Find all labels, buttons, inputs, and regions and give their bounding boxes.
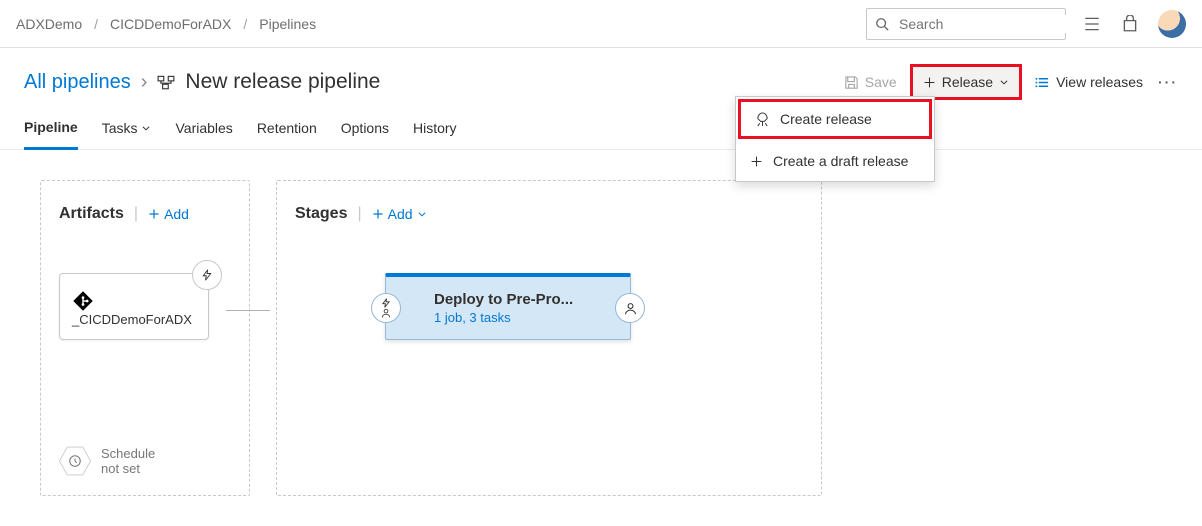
pipeline-type-icon: [157, 73, 175, 91]
chevron-right-icon: ›: [141, 71, 148, 94]
save-label: Save: [865, 74, 897, 90]
breadcrumb-project[interactable]: ADXDemo: [16, 16, 82, 32]
create-draft-label: Create a draft release: [773, 153, 908, 169]
tab-tasks-label: Tasks: [102, 120, 138, 136]
plus-icon: [923, 76, 936, 89]
breadcrumb-section[interactable]: Pipelines: [259, 16, 316, 32]
title-path: All pipelines › New release pipeline: [24, 70, 380, 94]
stage-card[interactable]: Deploy to Pre-Pro... 1 job, 3 tasks: [385, 273, 631, 340]
pipeline-canvas: Artifacts | Add _CICDDemoForADX: [0, 150, 1202, 526]
release-label: Release: [942, 74, 993, 90]
header-actions: Save Release View releases ···: [833, 66, 1178, 98]
schedule-label: Schedule not set: [101, 446, 161, 476]
add-label: Add: [164, 206, 189, 222]
more-menu[interactable]: ···: [1158, 74, 1178, 90]
post-deployment-badge[interactable]: [615, 293, 645, 323]
view-releases-label: View releases: [1056, 74, 1143, 90]
artifacts-panel: Artifacts | Add _CICDDemoForADX: [40, 180, 250, 496]
artifact-name: _CICDDemoForADX: [72, 312, 196, 327]
chevron-down-icon: [999, 77, 1009, 87]
breadcrumb-sep: /: [243, 16, 247, 32]
lightning-icon: [381, 298, 391, 308]
stages-panel: Stages | Add: [276, 180, 822, 496]
tab-tasks[interactable]: Tasks: [102, 106, 152, 149]
save-button: Save: [833, 66, 908, 98]
stages-title: Stages: [295, 205, 347, 223]
chevron-down-icon: [417, 209, 427, 219]
add-stage-label: Add: [388, 206, 413, 222]
lightning-icon: [201, 268, 213, 282]
avatar[interactable]: [1158, 10, 1186, 38]
tab-pipeline[interactable]: Pipeline: [24, 107, 78, 150]
tab-history[interactable]: History: [413, 106, 457, 149]
stage-title: Deploy to Pre-Pro...: [434, 291, 590, 308]
top-icons: [1082, 10, 1186, 38]
clock-icon: [68, 454, 82, 468]
breadcrumb-sep: /: [94, 16, 98, 32]
view-releases-button[interactable]: View releases: [1024, 66, 1154, 98]
add-stage-button[interactable]: Add: [372, 206, 427, 222]
search-box[interactable]: [866, 8, 1066, 40]
save-icon: [844, 75, 859, 90]
schedule-indicator[interactable]: Schedule not set: [59, 445, 161, 477]
tab-retention[interactable]: Retention: [257, 106, 317, 149]
release-button[interactable]: Release: [912, 66, 1020, 98]
breadcrumb-repo[interactable]: CICDDemoForADX: [110, 16, 231, 32]
tab-options[interactable]: Options: [341, 106, 389, 149]
create-release-item[interactable]: Create release: [738, 99, 932, 139]
create-draft-release-item[interactable]: Create a draft release: [736, 141, 934, 181]
list-lines-icon: [1035, 75, 1050, 90]
editor-tabs: Pipeline Tasks Variables Retention Optio…: [0, 106, 1202, 150]
rocket-icon: [755, 112, 770, 127]
plus-icon: [750, 155, 763, 168]
pipeline-header: All pipelines › New release pipeline Sav…: [0, 48, 1202, 106]
tab-variables[interactable]: Variables: [175, 106, 232, 149]
search-icon: [875, 17, 889, 31]
person-icon: [624, 302, 637, 315]
page-title: New release pipeline: [185, 70, 380, 94]
top-bar: ADXDemo / CICDDemoForADX / Pipelines: [0, 0, 1202, 48]
chevron-down-icon: [141, 123, 151, 133]
create-release-label: Create release: [780, 111, 872, 127]
breadcrumb: ADXDemo / CICDDemoForADX / Pipelines: [16, 16, 866, 32]
trigger-badge[interactable]: [192, 260, 222, 290]
connector-line: [226, 310, 270, 311]
artifacts-title: Artifacts: [59, 205, 124, 223]
git-icon: [72, 290, 196, 312]
all-pipelines-link[interactable]: All pipelines: [24, 71, 131, 94]
stage-tasks-link[interactable]: 1 job, 3 tasks: [434, 310, 590, 325]
search-input[interactable]: [897, 15, 1082, 33]
add-artifact-button[interactable]: Add: [148, 206, 189, 222]
release-dropdown: Create release Create a draft release: [735, 96, 935, 182]
artifact-card[interactable]: _CICDDemoForADX: [59, 273, 209, 340]
pre-deployment-badge[interactable]: [371, 293, 401, 323]
person-icon: [381, 308, 391, 318]
shopping-bag-icon[interactable]: [1120, 14, 1140, 34]
list-icon[interactable]: [1082, 14, 1102, 34]
